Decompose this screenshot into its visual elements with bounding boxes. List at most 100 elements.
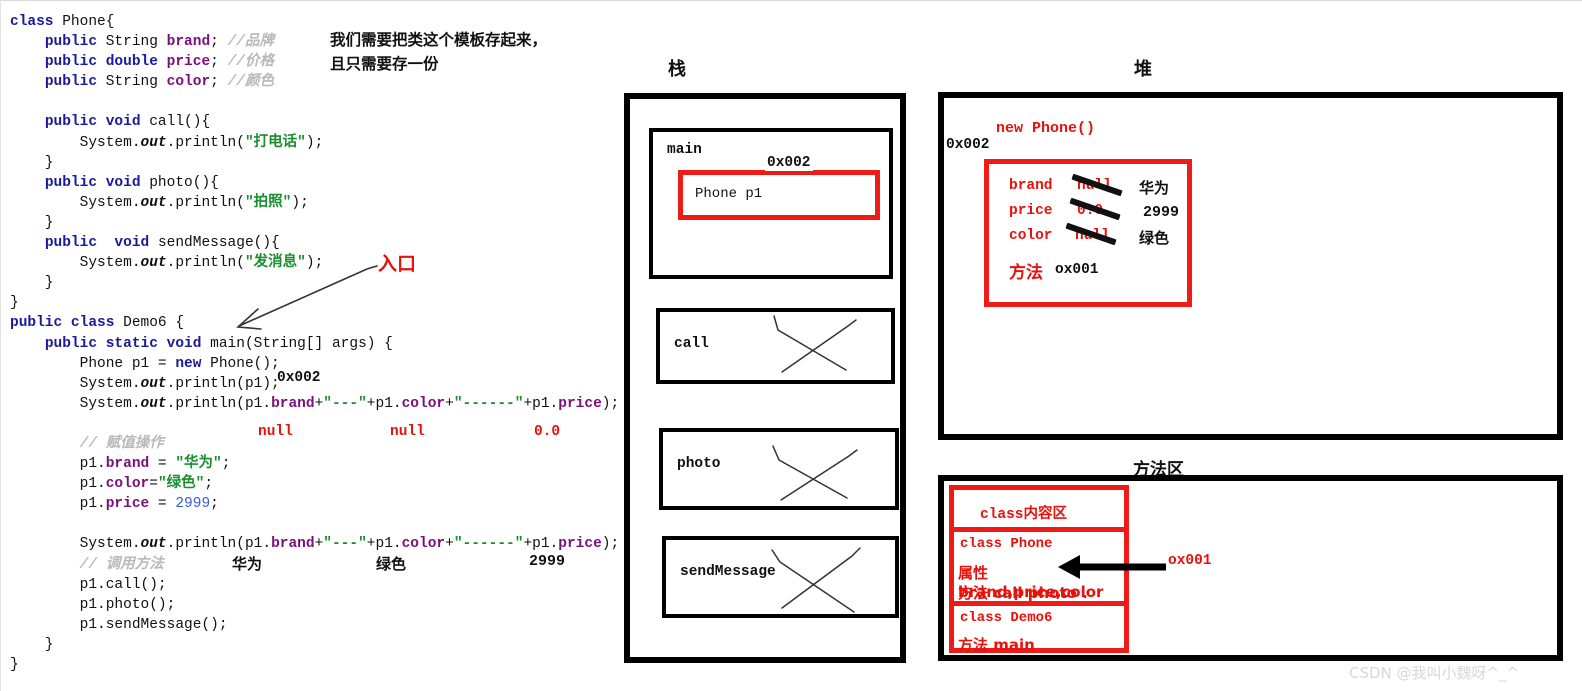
code-token: call(){ bbox=[149, 114, 211, 131]
code-token: String bbox=[105, 34, 167, 51]
code-token: = bbox=[149, 476, 158, 493]
code-token: p1. bbox=[10, 456, 106, 473]
code-token: System. bbox=[10, 255, 141, 272]
code-token: "华为" bbox=[175, 456, 222, 473]
heap-field-row: brand null 华为 bbox=[1009, 173, 1179, 202]
annotation-output-brand: 华为 bbox=[232, 555, 263, 573]
method-area-header-label: class内容区 bbox=[980, 507, 1068, 523]
code-token: color bbox=[105, 476, 150, 493]
code-line: System.out.println(p1.brand+"---"+p1.col… bbox=[10, 534, 620, 554]
code-token: .println( bbox=[166, 134, 245, 151]
code-line: public void photo(){ bbox=[10, 173, 600, 193]
code-token: brand bbox=[105, 456, 150, 473]
code-token: ; bbox=[210, 34, 228, 51]
heap-title: 堆 bbox=[1134, 59, 1152, 80]
code-token: ); bbox=[305, 134, 324, 151]
pointer-arrow-icon bbox=[1058, 555, 1166, 579]
code-line: System.out.println(p1.brand+"---"+p1.col… bbox=[10, 394, 620, 414]
code-token: +p1. bbox=[366, 395, 402, 412]
code-line: p1.sendMessage(); bbox=[10, 615, 600, 635]
heap-field-key: brand bbox=[1009, 178, 1053, 194]
heap-field-key: price bbox=[1009, 203, 1053, 219]
code-token: +p1. bbox=[523, 395, 559, 412]
code-token: .println( bbox=[166, 194, 245, 211]
code-line: public void call(){ bbox=[10, 112, 600, 132]
stack-container: main Phone p1 0x002 call photo sendMessa… bbox=[624, 93, 906, 663]
entry-label: 入口 bbox=[378, 253, 417, 275]
code-token: ); bbox=[601, 536, 620, 553]
code-line: // 赋值操作 bbox=[10, 434, 600, 454]
code-token: photo(){ bbox=[149, 174, 219, 191]
code-token: //颜色 bbox=[227, 74, 274, 91]
code-token: String bbox=[105, 74, 167, 91]
code-token: .println(p1. bbox=[166, 536, 272, 553]
stack-variable-declaration: Phone p1 bbox=[695, 186, 763, 202]
code-token: public static void bbox=[44, 335, 211, 352]
stack-frame-sendmessage: sendMessage bbox=[662, 536, 899, 618]
code-token: 2999 bbox=[175, 496, 211, 513]
heap-new-expression: new Phone() bbox=[996, 120, 1096, 137]
heap-method-address: ox001 bbox=[1055, 262, 1099, 278]
code-token: out bbox=[140, 375, 167, 392]
watermark: CSDN @我叫小魏呀^_^ bbox=[1349, 664, 1520, 682]
heap-field-row: color null 绿色 bbox=[1009, 222, 1179, 252]
code-token: sendMessage(){ bbox=[157, 235, 280, 252]
code-token: "---" bbox=[323, 536, 367, 553]
stack-frame-label: call bbox=[674, 336, 709, 352]
stack-frame-label: main bbox=[667, 142, 702, 158]
code-token: // 调用方法 bbox=[79, 556, 164, 573]
stack-frame-photo: photo bbox=[659, 428, 899, 510]
code-token: public void bbox=[44, 174, 150, 191]
code-token: +p1. bbox=[366, 536, 402, 553]
entry-arrow-icon bbox=[236, 265, 378, 330]
code-token: Demo6 { bbox=[123, 315, 185, 332]
heap-field-new-value: 2999 bbox=[1143, 204, 1180, 221]
code-token: = bbox=[149, 456, 176, 473]
code-token: color bbox=[166, 74, 211, 91]
code-token: .println(p1. bbox=[166, 395, 272, 412]
code-token: p1.call(); bbox=[10, 576, 167, 593]
code-token: p1.sendMessage(); bbox=[10, 616, 228, 633]
code-token: price bbox=[558, 395, 602, 412]
code-token: System. bbox=[10, 395, 141, 412]
code-token: //价格 bbox=[227, 54, 274, 71]
code-token: p1.photo(); bbox=[10, 596, 176, 613]
code-token: .println(p1); bbox=[166, 375, 280, 392]
annotation-output-price: 2999 bbox=[529, 553, 566, 570]
code-token: Phone p1 = bbox=[10, 355, 176, 372]
code-line: p1.brand = "华为"; bbox=[10, 454, 600, 474]
code-panel: class Phone{ public String brand; //品牌 p… bbox=[0, 0, 620, 691]
code-line: // 调用方法 bbox=[10, 555, 600, 575]
code-line: System.out.println("打电话"); bbox=[10, 133, 600, 153]
code-token: ; bbox=[210, 54, 228, 71]
annotation-output-color: 绿色 bbox=[376, 555, 407, 573]
code-token: "拍照" bbox=[244, 194, 292, 211]
code-line: p1.call(); bbox=[10, 575, 600, 595]
code-token: ); bbox=[291, 194, 309, 211]
code-token: + bbox=[314, 536, 324, 553]
code-token: } bbox=[10, 214, 54, 231]
code-token: // 赋值操作 bbox=[79, 435, 164, 452]
code-token: out bbox=[140, 194, 167, 211]
method-area-class-name: class Phone bbox=[960, 536, 1053, 552]
code-token: //品牌 bbox=[227, 34, 274, 51]
code-token: brand bbox=[271, 536, 315, 553]
method-area-container: class内容区 class Phone 属性 brand,price,colo… bbox=[938, 475, 1563, 661]
code-token: brand bbox=[166, 34, 211, 51]
method-area-class-name: class Demo6 bbox=[960, 610, 1053, 626]
template-note: 我们需要把类这个模板存起来，且只需要存一份 bbox=[330, 31, 548, 73]
code-token: } bbox=[10, 636, 54, 653]
code-token: public bbox=[44, 74, 106, 91]
code-token: "---" bbox=[323, 395, 367, 412]
annotation-null-color: null bbox=[390, 424, 425, 440]
annotation-hex-p1: 0x002 bbox=[277, 370, 321, 386]
cross-out-icon bbox=[772, 445, 858, 501]
code-token: p1. bbox=[10, 496, 106, 513]
